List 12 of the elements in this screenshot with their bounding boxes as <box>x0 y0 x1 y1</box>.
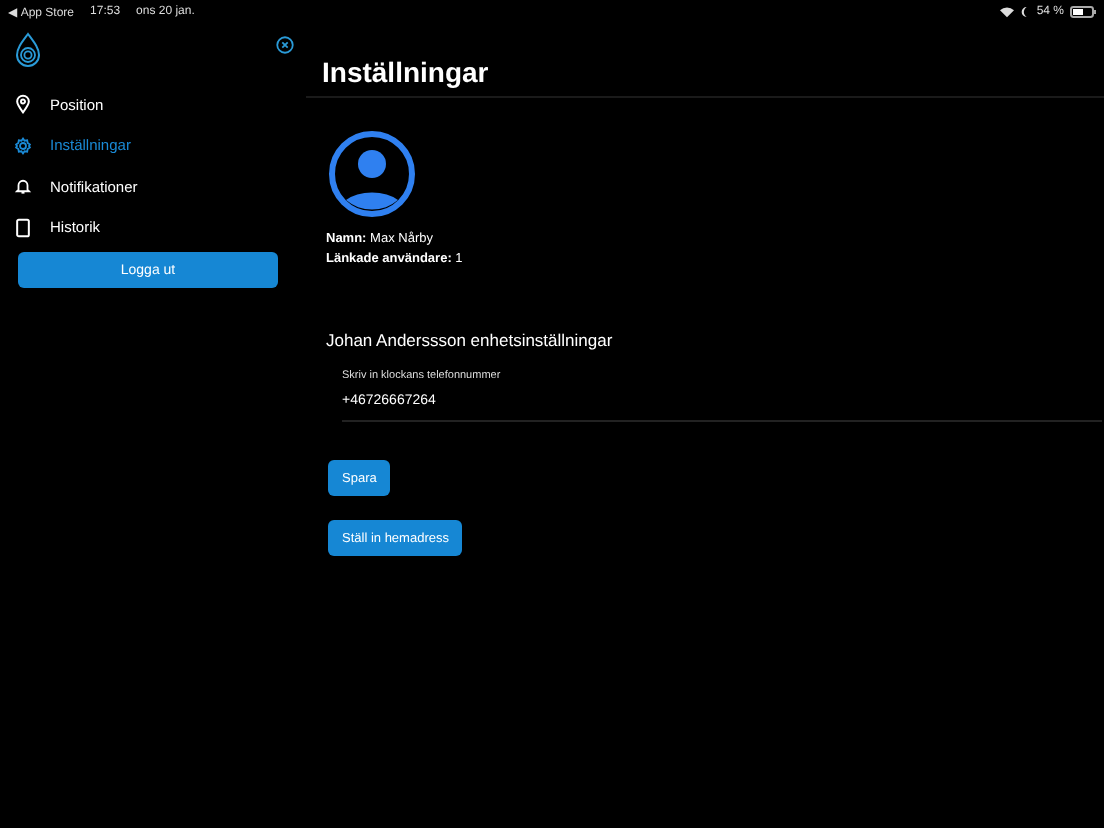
bell-icon <box>14 176 32 197</box>
close-icon[interactable] <box>276 36 294 54</box>
moon-icon <box>1020 6 1031 18</box>
location-pin-icon <box>14 94 32 115</box>
wifi-icon <box>1000 6 1015 18</box>
section-title: Johan Anderssson enhetsinställningar <box>326 330 615 350</box>
page-title: Inställningar <box>322 56 491 88</box>
water-drop-logo <box>14 32 42 68</box>
clipboard-icon <box>14 217 32 238</box>
settings-icon <box>14 135 32 156</box>
battery-icon <box>1070 6 1096 18</box>
avatar-icon <box>328 130 416 218</box>
